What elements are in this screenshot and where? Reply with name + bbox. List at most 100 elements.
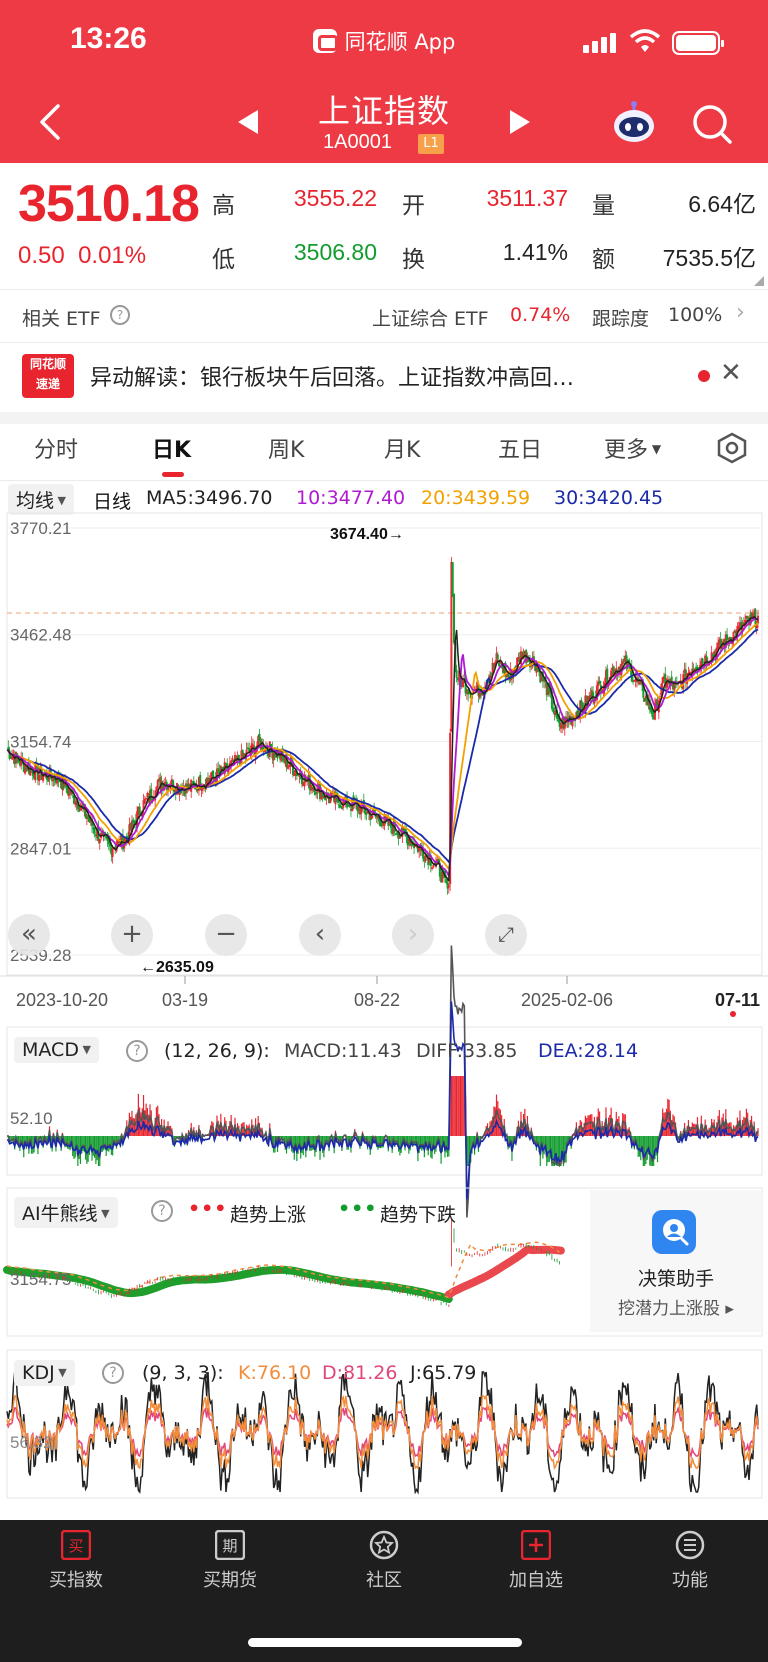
macd-dea-line (7, 1001, 759, 1200)
y-tick-label: 3770.21 (10, 519, 71, 538)
zoom-out-icon[interactable]: − (205, 914, 247, 956)
active-tab-indicator (162, 472, 184, 477)
candle-body (750, 612, 753, 618)
signal-icon (583, 33, 619, 53)
status-app-label: 同花顺 App (344, 30, 456, 54)
chart-grid (7, 527, 762, 956)
community-star-icon (369, 1530, 399, 1560)
chart-frame (6, 512, 763, 976)
etf-percent: 0.74% (510, 304, 571, 326)
section-gap (0, 412, 768, 424)
macd-selector-label: MACD (22, 1039, 79, 1061)
settings-hexagon-icon[interactable] (716, 432, 748, 464)
close-icon[interactable]: ✕ (720, 358, 742, 388)
news-logo-bottom: 速递 (35, 377, 60, 391)
amount-value: 7535.5亿 (662, 245, 756, 271)
macd-value: MACD:11.43 (284, 1040, 402, 1062)
related-etf-row[interactable]: 相关 ETF ? 上证综合 ETF 0.74% 跟踪度 100% › (0, 290, 768, 342)
candle-body (212, 770, 215, 778)
nav-add-watchlist[interactable]: 加自选 (476, 1530, 596, 1592)
nav-functions[interactable]: 功能 (630, 1530, 750, 1592)
candle-body (206, 777, 209, 782)
change-percent: 0.01% (78, 242, 147, 269)
ai-candles (7, 1219, 561, 1307)
candle-body (451, 562, 454, 597)
help-icon[interactable]: ? (151, 1200, 173, 1222)
tracking-label: 跟踪度 (592, 308, 650, 330)
macd-selector[interactable]: MACD ▼ (14, 1037, 99, 1063)
news-logo-icon: 同花顺 速递 (22, 354, 74, 398)
turnover-value: 1.41% (502, 239, 568, 265)
candle-body (93, 827, 96, 834)
tab-weekly-k[interactable]: 周K (268, 432, 304, 464)
fullscreen-icon[interactable]: ⤢ (485, 914, 527, 956)
futures-icon: 期 (215, 1530, 245, 1560)
index-code: 1A0001 (323, 131, 392, 153)
open-value: 3511.37 (486, 185, 568, 211)
help-icon[interactable]: ? (102, 1362, 124, 1384)
decision-assistant-title: 决策助手 (637, 1268, 714, 1290)
add-icon (521, 1530, 551, 1560)
help-icon[interactable]: ? (126, 1040, 148, 1062)
high-annotation: 3674.40→ (330, 526, 404, 543)
down-trend-label: 趋势下跌 (380, 1204, 457, 1226)
next-index-icon[interactable] (510, 110, 530, 134)
robot-assistant-icon[interactable] (610, 100, 658, 148)
home-indicator (248, 1638, 522, 1647)
menu-icon (675, 1530, 705, 1560)
macd-diff-value: DIFF:33.85 (416, 1040, 518, 1062)
nav-community[interactable]: 社区 (324, 1530, 444, 1592)
price-change: 0.50 0.01% (18, 242, 146, 270)
candle-body (446, 882, 449, 889)
ai-up-trend-line (444, 1245, 565, 1299)
candle-body (324, 797, 327, 801)
etf-label: 相关 ETF (22, 308, 101, 330)
chevron-right-icon: › (736, 300, 745, 325)
news-text[interactable]: 异动解读：银行板块午后回落。上证指数冲高回… (90, 360, 650, 392)
ai-selector[interactable]: AI牛熊线 ▼ (14, 1197, 118, 1228)
nav-functions-label: 功能 (672, 1570, 708, 1591)
nav-community-label: 社区 (366, 1570, 402, 1591)
scroll-right-icon[interactable]: › (392, 914, 434, 956)
help-icon[interactable]: ? (110, 305, 130, 325)
search-icon[interactable] (690, 102, 734, 146)
svg-text:买: 买 (68, 1537, 83, 1555)
tab-more[interactable]: 更多 ▼ (604, 432, 661, 464)
nav-buy-index[interactable]: 买 买指数 (16, 1530, 136, 1592)
macd-params: (12, 26, 9): (164, 1040, 270, 1062)
kdj-d-value: D:81.26 (322, 1362, 398, 1384)
candle-body (726, 634, 729, 641)
tab-five-day[interactable]: 五日 (498, 432, 542, 464)
candle-body (455, 669, 458, 678)
macd-level-label: 52.10 (10, 1109, 53, 1128)
kdj-level-label: 56.32 (10, 1433, 53, 1452)
candle-body (340, 807, 343, 810)
scroll-left-icon[interactable]: ‹ (299, 914, 341, 956)
up-trend-dots: ••• (188, 1198, 228, 1220)
kdj-selector-label: KDJ (22, 1362, 55, 1384)
tab-daily-k[interactable]: 日K (152, 432, 191, 464)
low-value: 3506.80 (293, 239, 377, 265)
tab-intraday[interactable]: 分时 (34, 432, 78, 464)
kdj-k-value: K:76.10 (238, 1362, 312, 1384)
y-tick-label: 3154.74 (10, 733, 71, 752)
tab-monthly-k[interactable]: 月K (384, 432, 420, 464)
candle-body (490, 672, 493, 675)
unread-dot-icon (698, 370, 710, 382)
decision-assistant-sub: 挖潜力上涨股 ▸ (618, 1299, 734, 1319)
collapse-left-icon[interactable]: « (8, 914, 50, 956)
candle-body (496, 654, 499, 660)
candle-body (263, 750, 266, 753)
kdj-selector[interactable]: KDJ ▼ (14, 1360, 75, 1386)
zoom-in-icon[interactable]: + (111, 914, 153, 956)
candle-body (339, 805, 342, 808)
amount-label: 额 (592, 247, 615, 273)
ai-level-label: 3154.75 (10, 1270, 71, 1289)
app-screen: { "status":{"time":"13:26","app_name":"同… (0, 0, 768, 1662)
etf-name: 上证综合 ETF (372, 308, 489, 330)
candle-body (452, 593, 455, 643)
ai-selector-label: AI牛熊线 (22, 1203, 98, 1225)
nav-buy-futures[interactable]: 期 买期货 (170, 1530, 290, 1592)
down-trend-dots: ••• (338, 1198, 378, 1220)
change-value: 0.50 (18, 242, 65, 269)
